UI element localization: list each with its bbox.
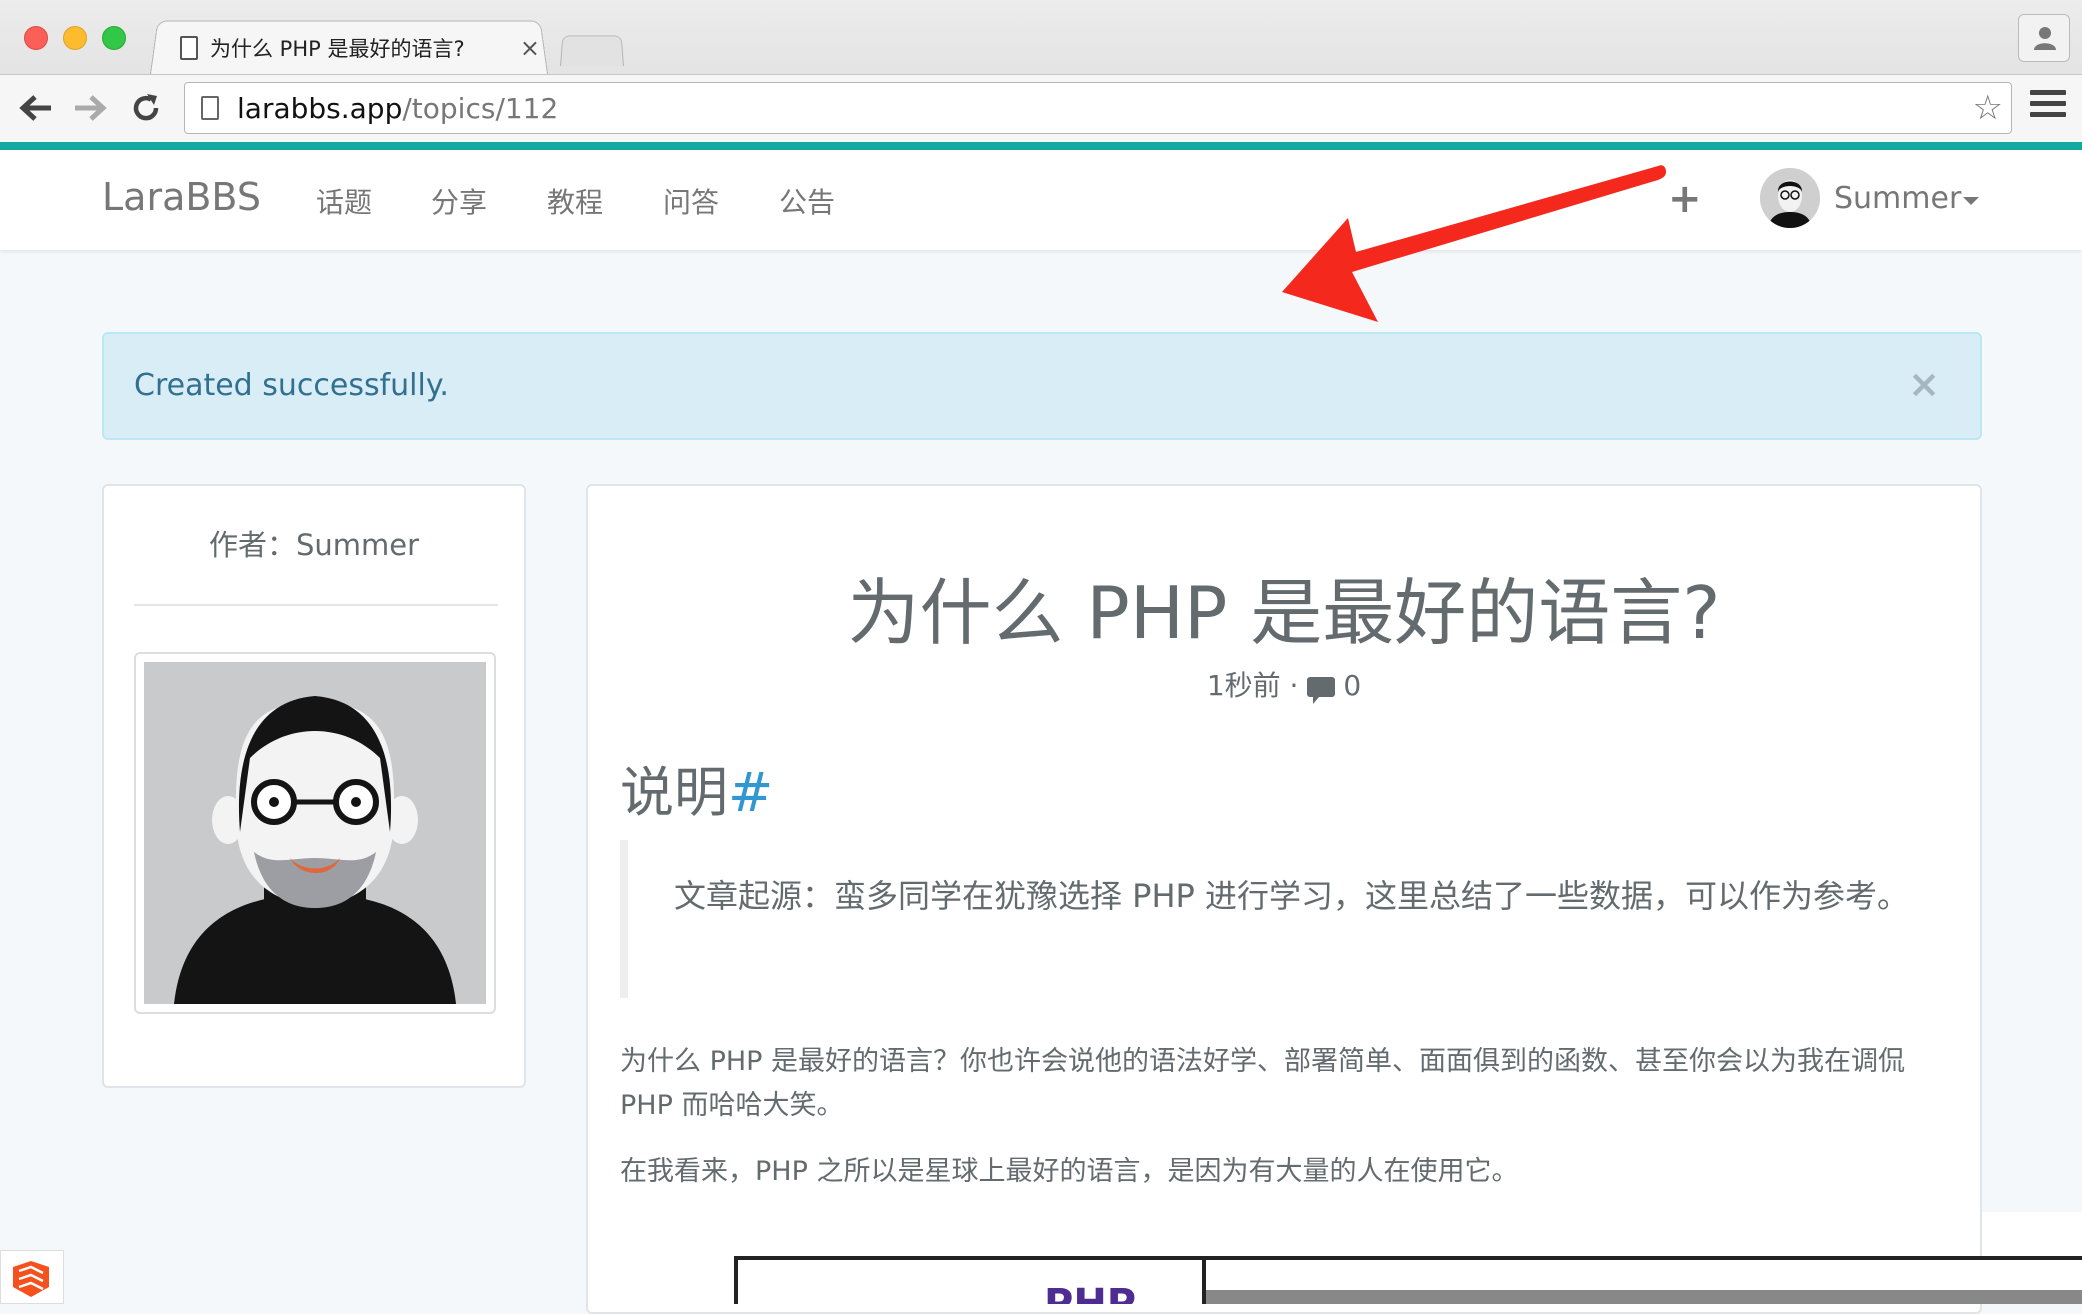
window-close-button[interactable] bbox=[24, 26, 48, 50]
topic-time: 1秒前 bbox=[1206, 669, 1281, 702]
laravel-debugbar-icon[interactable] bbox=[0, 1250, 64, 1304]
avatar-image bbox=[1760, 168, 1820, 228]
user-avatar[interactable] bbox=[1760, 168, 1820, 228]
author-label: 作者：Summer bbox=[208, 528, 420, 562]
heading-anchor-link[interactable]: # bbox=[728, 761, 773, 824]
close-icon[interactable]: × bbox=[1908, 362, 1940, 406]
divider bbox=[134, 604, 498, 606]
browser-tab-label[interactable]: 为什么 PHP 是最好的语言? × bbox=[180, 30, 540, 66]
nav-link-announcement[interactable]: 公告 bbox=[779, 181, 835, 221]
url-path: /topics/112 bbox=[402, 91, 559, 125]
address-bar[interactable]: larabbs.app/topics/112 ☆ bbox=[184, 82, 2012, 134]
person-icon bbox=[2034, 27, 2056, 50]
comment-icon bbox=[1307, 677, 1336, 704]
page-background bbox=[1982, 1212, 2082, 1256]
nav-link-topics[interactable]: 话题 bbox=[316, 181, 372, 221]
paragraph: 为什么 PHP 是最好的语言？你也许会说他的语法好学、部署简单、面面俱到的函数、… bbox=[620, 1046, 1906, 1121]
reload-button[interactable] bbox=[124, 86, 168, 130]
profile-button[interactable] bbox=[2018, 14, 2070, 62]
meta-separator: · bbox=[1280, 669, 1308, 702]
page-icon bbox=[201, 96, 219, 120]
nav-link-tutorial[interactable]: 教程 bbox=[547, 181, 603, 221]
success-alert: Created successfully. × bbox=[102, 332, 1982, 440]
caret-down-icon[interactable] bbox=[1963, 197, 1979, 205]
page-icon bbox=[180, 36, 198, 60]
browser-menu-icon[interactable] bbox=[2030, 90, 2066, 122]
user-menu-name[interactable]: Summer bbox=[1834, 181, 1961, 216]
url-host: larabbs.app bbox=[237, 91, 403, 125]
window-maximize-button[interactable] bbox=[102, 26, 126, 50]
tab-close-icon[interactable]: × bbox=[520, 34, 540, 62]
author-avatar[interactable] bbox=[134, 652, 496, 1014]
reload-icon bbox=[133, 94, 159, 121]
arrow-left-icon bbox=[19, 95, 51, 121]
author-avatar-image bbox=[144, 662, 486, 1004]
topic-meta: 1秒前 · 0 bbox=[588, 664, 1980, 704]
window-minimize-button[interactable] bbox=[63, 26, 87, 50]
new-tab-button[interactable] bbox=[560, 35, 624, 66]
site-brand[interactable]: LaraBBS bbox=[102, 175, 261, 219]
reply-count: 0 bbox=[1343, 669, 1362, 702]
tab-title: 为什么 PHP 是最好的语言? bbox=[210, 37, 465, 61]
php-logo-text: PHP bbox=[1044, 1284, 1136, 1304]
alert-message: Created successfully. bbox=[134, 368, 449, 403]
laravel-logo-icon bbox=[13, 1261, 49, 1297]
topic-article: 为什么 PHP 是最好的语言? 1秒前 · 0 说明# 文章起源：蛮多同学在犹豫… bbox=[586, 484, 1982, 1314]
forward-button[interactable] bbox=[68, 86, 112, 130]
arrow-right-icon bbox=[75, 95, 107, 121]
image-gray-band bbox=[1206, 1290, 2082, 1304]
paragraph: 在我看来，PHP 之所以是星球上最好的语言，是因为有大量的人在使用它。 bbox=[620, 1156, 1519, 1187]
bookmark-star-icon[interactable]: ☆ bbox=[1973, 91, 2003, 125]
blockquote: 文章起源：蛮多同学在犹豫选择 PHP 进行学习，这里总结了一些数据，可以作为参考… bbox=[620, 840, 1930, 998]
author-card: 作者：Summer bbox=[102, 484, 526, 1088]
nav-link-share[interactable]: 分享 bbox=[431, 181, 487, 221]
accent-bar bbox=[0, 142, 2082, 150]
section-heading-text: 说明 bbox=[620, 761, 728, 824]
section-heading: 说明# bbox=[620, 748, 773, 827]
nav-link-qa[interactable]: 问答 bbox=[663, 181, 719, 221]
topic-title: 为什么 PHP 是最好的语言? bbox=[847, 571, 1721, 655]
back-button[interactable] bbox=[14, 86, 58, 130]
annotation-arrow bbox=[1282, 165, 1666, 322]
